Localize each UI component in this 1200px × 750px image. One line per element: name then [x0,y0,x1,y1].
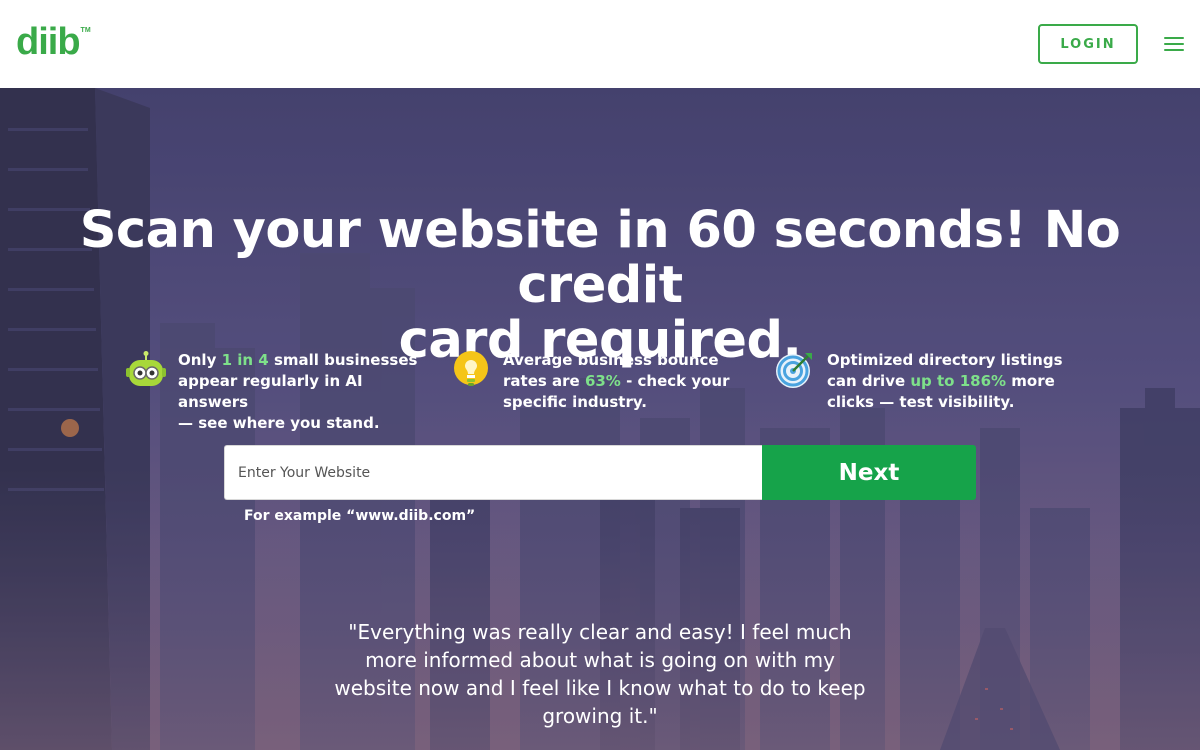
menu-bar [1164,37,1184,39]
feature-directory-listings: Optimized directory listings can drive u… [775,350,1067,413]
feature-2-text: rates are [503,372,585,390]
headline-line-1: Scan your website in 60 seconds! No cred… [79,201,1121,315]
feature-1-line-3: — see where you stand. [178,414,380,432]
menu-bar [1164,43,1184,45]
hamburger-menu-icon[interactable] [1164,36,1184,52]
website-input[interactable] [224,445,762,500]
hero-section: Scan your website in 60 seconds! No cred… [0,88,1200,750]
lightbulb-icon [454,351,488,386]
target-icon [776,353,812,388]
feature-2-line-1: Average business bounce [503,351,719,369]
feature-ai-answers: Only 1 in 4 small businesses appear regu… [126,350,428,434]
feature-bounce-rate: Average business bounce rates are 63% - … [451,350,733,413]
logo-trademark: TM [80,27,91,34]
feature-2-text: - check your [620,372,730,390]
logo-text: diib [16,21,81,63]
feature-3-text: can drive [827,372,911,390]
feature-3-text: more [1006,372,1055,390]
feature-2-highlight: 63% [584,372,621,390]
feature-text-3: Optimized directory listings can drive u… [827,350,1067,413]
feature-3-line-1: Optimized directory listings [827,351,1063,369]
feature-2-line-3: specific industry. [503,393,647,411]
feature-3-line-3: clicks — test visibility. [827,393,1015,411]
diib-logo[interactable]: diib TM [16,21,91,63]
robot-icon [126,351,166,386]
login-button[interactable]: LOGIN [1038,24,1138,64]
feature-1-highlight: 1 in 4 [221,351,269,369]
menu-bar [1164,49,1184,51]
website-scan-form: Next [224,445,976,500]
feature-1-text: Only [178,351,222,369]
input-example-hint: For example “www.diib.com” [244,508,476,524]
hero-headline: Scan your website in 60 seconds! No cred… [40,203,1160,368]
next-button[interactable]: Next [762,445,976,500]
top-header: diib TM LOGIN [0,0,1200,88]
feature-1-text: small businesses [268,351,418,369]
feature-3-highlight: up to 186% [910,372,1007,390]
feature-text-2: Average business bounce rates are 63% - … [503,350,733,413]
feature-1-line-2: appear regularly in AI answers [178,372,363,411]
header-actions: LOGIN [1038,24,1184,64]
testimonial-quote: "Everything was really clear and easy! I… [334,620,866,728]
feature-text-1: Only 1 in 4 small businesses appear regu… [178,350,428,434]
